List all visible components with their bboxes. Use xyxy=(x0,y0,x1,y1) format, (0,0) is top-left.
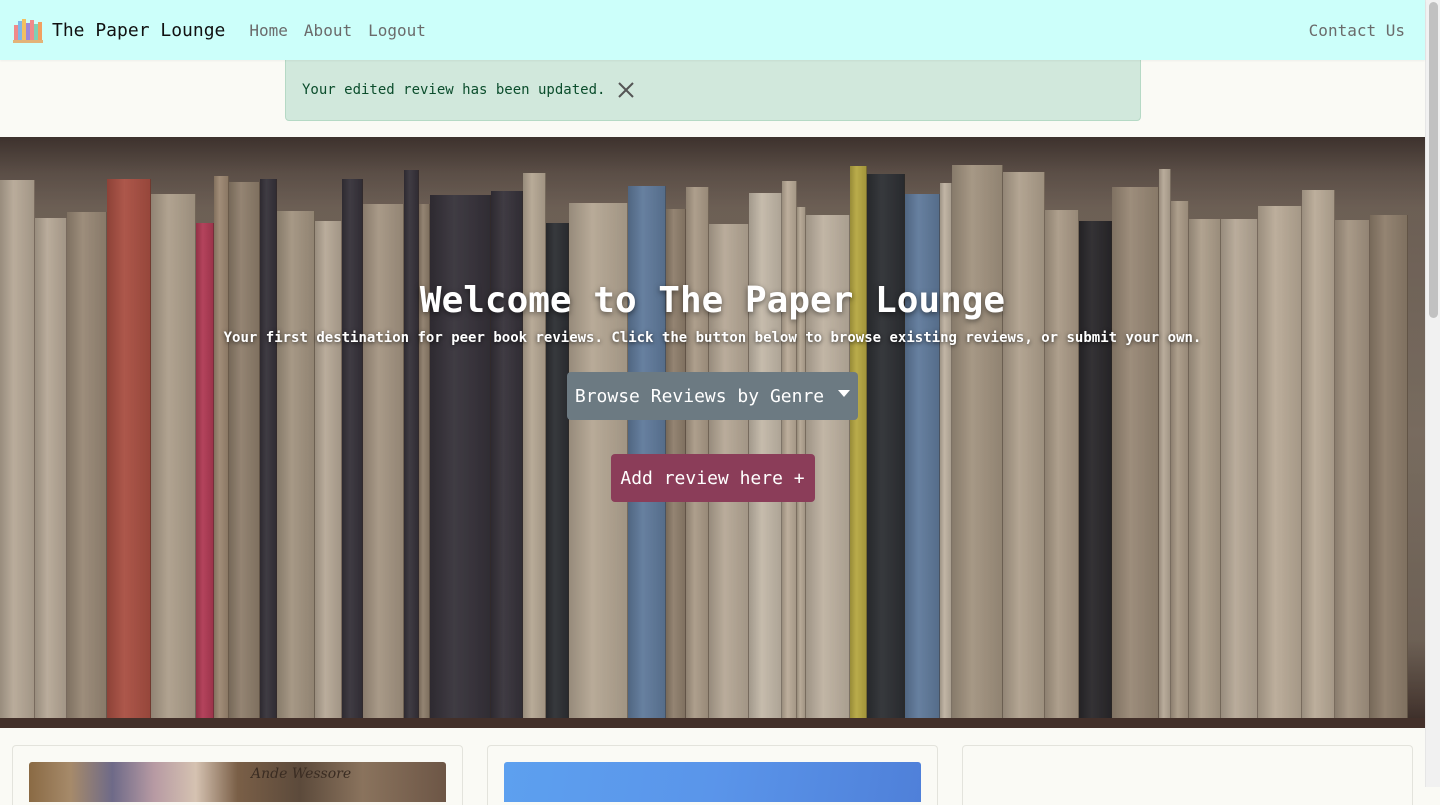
hero-title: Welcome to The Paper Lounge xyxy=(419,280,1006,321)
hero-content: Welcome to The Paper Lounge Your first d… xyxy=(0,137,1425,728)
browse-genre-dropdown[interactable]: Browse Reviews by Genre xyxy=(567,372,858,420)
brand-name: The Paper Lounge xyxy=(52,19,226,41)
brand-link[interactable]: The Paper Lounge xyxy=(13,17,225,43)
hero-subtitle: Your first destination for peer book rev… xyxy=(223,330,1202,346)
review-card-image[interactable] xyxy=(504,762,921,802)
success-alert: Your edited review has been updated. xyxy=(285,58,1141,121)
nav-logout-link[interactable]: Logout xyxy=(368,21,426,40)
nav-home-link[interactable]: Home xyxy=(249,21,288,40)
bookshelf-icon xyxy=(13,19,43,43)
nav-about-link[interactable]: About xyxy=(304,21,352,40)
page-scrollbar[interactable] xyxy=(1425,0,1440,787)
nav-contact-link[interactable]: Contact Us xyxy=(1309,21,1405,40)
review-card[interactable] xyxy=(487,745,938,805)
browse-genre-label: Browse Reviews by Genre xyxy=(574,385,825,407)
add-review-button[interactable]: Add review here + xyxy=(610,454,815,502)
review-card[interactable] xyxy=(962,745,1413,805)
review-card[interactable]: Ande Wessore xyxy=(12,745,463,805)
hero-banner: Welcome to The Paper Lounge Your first d… xyxy=(0,137,1425,728)
card-image-text: Ande Wessore xyxy=(251,766,352,782)
scrollbar-thumb[interactable] xyxy=(1429,2,1438,318)
navbar: The Paper Lounge Home About Logout Conta… xyxy=(0,0,1425,60)
caret-down-icon xyxy=(838,389,851,397)
alert-message: Your edited review has been updated. xyxy=(302,81,606,98)
review-card-image[interactable]: Ande Wessore xyxy=(29,762,446,802)
close-icon[interactable] xyxy=(617,81,635,99)
